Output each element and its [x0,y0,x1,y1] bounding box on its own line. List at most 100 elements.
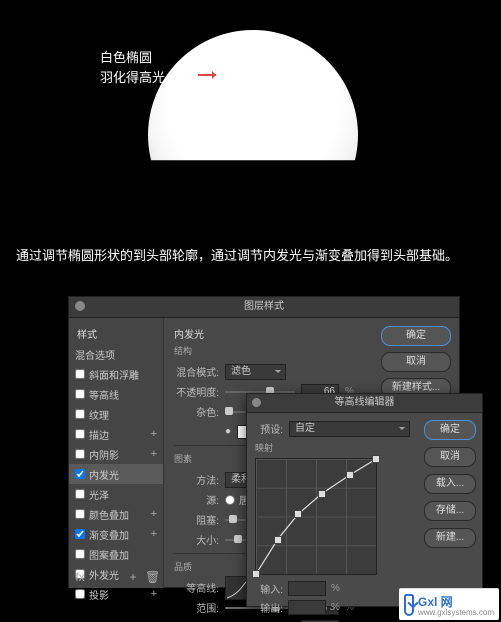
close-icon[interactable] [252,398,261,407]
choke-label: 阻塞: [174,512,219,527]
ce-load-button[interactable]: 载入... [424,474,476,494]
range-label: 范围: [174,600,219,615]
ok-button[interactable]: 确定 [381,326,451,346]
annotation-arrow [198,74,216,76]
dome-shape [148,30,358,240]
fx-icon[interactable]: fx [73,571,87,584]
input-unit: % [331,583,340,594]
add-icon[interactable]: + [126,571,140,584]
sidebar-item[interactable]: 描边 + [69,424,163,444]
sidebar-item-label: 投影 [89,587,109,602]
ce-cancel-button[interactable]: 取消 [424,447,476,467]
trash-icon[interactable]: 🗑 [145,571,159,584]
preset-label: 预设: [255,421,283,436]
annotation-text: 白色椭圆 羽化得高光 [100,48,165,88]
mapping-label: 映射 [255,441,410,454]
size-label: 大小: [174,532,219,547]
layer-style-title-text: 图层样式 [244,301,284,312]
noise-label: 杂色: [174,404,219,419]
curve-point[interactable] [274,536,282,544]
input-field[interactable] [288,581,326,596]
sidebar-header[interactable]: 样式 [69,323,163,344]
sidebar-item[interactable]: 等高线 [69,384,163,404]
contour-editor-title-text: 等高线编辑器 [335,397,395,408]
add-sub-icon[interactable]: + [151,448,157,460]
watermark-url: www.gxlsystems.com [418,608,494,617]
effect-checkbox[interactable] [75,549,85,559]
shield-icon [404,594,414,616]
slider-knob[interactable] [225,407,233,415]
sidebar-item[interactable]: 颜色叠加 + [69,504,163,524]
sidebar-item[interactable]: 斜面和浮雕 [69,364,163,384]
blendmode-label: 混合模式: [174,364,219,379]
curve-point[interactable] [252,570,260,578]
cancel-button[interactable]: 取消 [381,352,451,372]
sidebar-item[interactable]: 内阴影 + [69,444,163,464]
contour-editor-title: 等高线编辑器 [247,394,482,413]
slider-knob[interactable] [229,515,237,523]
sidebar-item[interactable]: 纹理 [69,404,163,424]
effect-checkbox[interactable] [75,409,85,419]
sidebar-item[interactable]: 图案叠加 [69,544,163,564]
source-center-radio[interactable] [225,495,235,505]
output-field[interactable] [288,600,326,615]
sidebar-item-label: 混合选项 [75,347,115,362]
ce-ok-button[interactable]: 确定 [424,420,476,440]
effect-checkbox[interactable] [75,449,85,459]
close-icon[interactable] [75,301,85,311]
effect-checkbox[interactable] [75,369,85,379]
contour-label: 等高线: [174,580,219,595]
sidebar-item[interactable]: 内发光 [69,464,163,484]
opacity-label: 不透明度: [174,384,219,399]
caption-text: 通过调节椭圆形状的到头部轮廓，通过调节内发光与渐变叠加得到头部基础。 [16,246,489,266]
layer-style-sidebar: 样式 混合选项 斜面和浮雕等高线纹理描边 + 内阴影 + 内发光光泽颜色叠加 + 渐变叠加 +… [69,318,164,588]
ce-new-button[interactable]: 新建... [424,528,476,548]
effect-checkbox[interactable] [75,509,85,519]
output-label: 输出: [255,600,283,615]
curve-point[interactable] [294,510,302,518]
effect-checkbox[interactable] [75,489,85,499]
effect-checkbox[interactable] [75,469,85,479]
effect-checkbox[interactable] [75,589,85,599]
add-sub-icon[interactable]: + [151,588,157,600]
dome-highlight [203,42,253,70]
technique-label: 方法: [174,472,219,487]
effect-checkbox[interactable] [75,389,85,399]
annotation-line2: 羽化得高光 [100,68,165,88]
sidebar-item-label: 纹理 [89,407,109,422]
add-sub-icon[interactable]: + [151,528,157,540]
blendmode-select[interactable]: 滤色 [225,364,286,380]
effect-checkbox[interactable] [75,529,85,539]
preset-select[interactable]: 自定 [289,421,410,437]
source-solid-radio[interactable]: ● [225,426,231,437]
source-label: 源: [174,492,219,507]
add-sub-icon[interactable]: + [151,428,157,440]
sidebar-item-label: 渐变叠加 [89,527,129,542]
sidebar-item-blendopts[interactable]: 混合选项 [69,344,163,364]
sidebar-item[interactable]: 渐变叠加 + [69,524,163,544]
slider-knob[interactable] [234,535,242,543]
sidebar-item-label: 颜色叠加 [89,507,129,522]
input-label: 输入: [255,581,283,596]
sidebar-item-label: 等高线 [89,387,119,402]
output-unit: % [331,602,340,613]
effect-checkbox[interactable] [75,429,85,439]
watermark: Gxl 网 www.gxlsystems.com [399,588,499,620]
sidebar-item-label: 图案叠加 [89,547,129,562]
sidebar-item[interactable]: 投影 + [69,584,163,604]
curve-point[interactable] [346,471,354,479]
sidebar-item-label: 斜面和浮雕 [89,367,139,382]
contour-editor-dialog: 等高线编辑器 预设: 自定 映射 输入: % 输出: % [246,393,483,607]
sidebar-item-label: 内阴影 [89,447,119,462]
curve-editor[interactable] [255,458,377,575]
sidebar-item-label: 内发光 [89,467,119,482]
sidebar-item[interactable]: 光泽 [69,484,163,504]
curve-path-svg [256,459,376,574]
curve-point[interactable] [372,455,380,463]
illustration-area: 白色椭圆 羽化得高光 [0,12,501,217]
ce-save-button[interactable]: 存储... [424,501,476,521]
layer-style-title: 图层样式 [69,297,459,318]
add-sub-icon[interactable]: + [151,508,157,520]
curve-point[interactable] [318,490,326,498]
sidebar-item-label: 描边 [89,427,109,442]
